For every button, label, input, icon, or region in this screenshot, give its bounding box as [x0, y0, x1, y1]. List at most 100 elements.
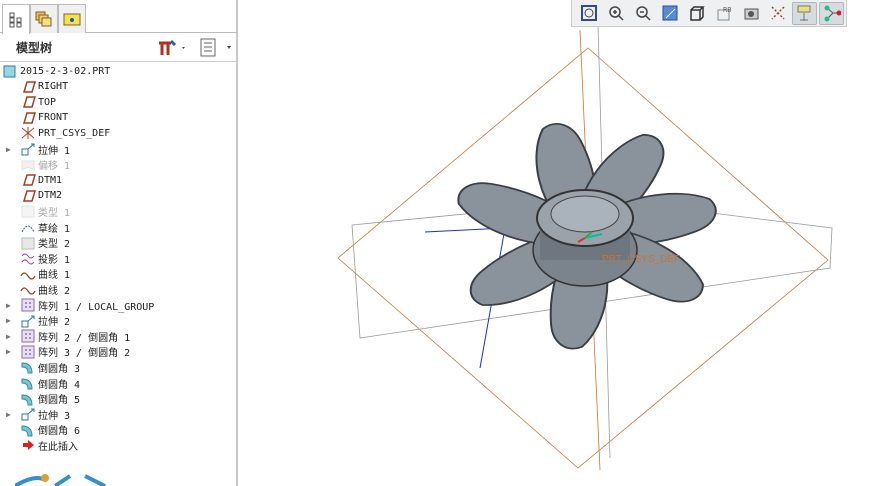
view-manager-icon: [744, 8, 758, 20]
datum-plane-icon: [20, 95, 36, 109]
datum-plane-icon: [20, 80, 36, 94]
tree-item[interactable]: 曲线 2: [20, 281, 70, 297]
tree-item-label: 投影 1: [38, 254, 71, 266]
tree-item[interactable]: ▶ 拉伸 3: [6, 406, 71, 422]
tree-item-label: 倒圆角 4: [38, 379, 81, 391]
tree-item[interactable]: 类型 2: [20, 235, 70, 251]
tree-item-label: 倒圆角 5: [38, 395, 81, 407]
tree-item[interactable]: 在此插入: [20, 437, 78, 453]
part-icon: [2, 64, 18, 78]
zoom-out-button[interactable]: [630, 2, 655, 25]
datum-plane-icon: [20, 189, 36, 203]
offset-icon: [20, 158, 36, 172]
spin-center-button[interactable]: [819, 1, 844, 25]
round-icon: [20, 392, 36, 406]
csys-icon: [20, 126, 36, 140]
display-style-button[interactable]: [684, 2, 709, 25]
tree-item-label: DTM2: [38, 190, 63, 202]
surface-icon: [20, 236, 36, 250]
panel-tabs: [0, 0, 238, 34]
tree-item[interactable]: ▶ 拉伸 1: [6, 141, 71, 157]
sketch-icon: [20, 220, 36, 234]
tree-item-label: 类型 2: [38, 239, 71, 251]
repaint-icon: [662, 5, 677, 21]
tree-item-label: 拉伸 1: [38, 145, 71, 157]
show-list-icon[interactable]: [200, 38, 234, 62]
repaint-button[interactable]: [657, 2, 682, 25]
expand-arrow-icon[interactable]: ▶: [6, 410, 11, 419]
zoom-in-button[interactable]: [603, 2, 628, 25]
model-tree-header: 模型树: [0, 34, 236, 62]
tree-item-label: RIGHT: [38, 81, 69, 93]
tree-item[interactable]: ▶ 拉伸 2: [6, 313, 71, 329]
tab-layers[interactable]: [30, 4, 58, 33]
tree-item-label: 拉伸 2: [38, 317, 71, 329]
tree-item-label: 拉伸 3: [38, 410, 71, 422]
tree-item-label: FRONT: [38, 112, 69, 124]
zoom-out-icon: [635, 6, 651, 21]
graphics-viewport[interactable]: PRT_CSYS_DEF RB: [240, 0, 884, 486]
tree-item-label: TOP: [38, 96, 57, 108]
tree-item-label: 阵列 2 / 倒圆角 1: [38, 332, 131, 344]
tree-item[interactable]: PRT_CSYS_DEF: [20, 125, 110, 141]
tree-icon: [9, 12, 22, 27]
expand-arrow-icon[interactable]: ▶: [6, 301, 11, 310]
view-manager-button[interactable]: [738, 2, 763, 25]
expand-arrow-icon[interactable]: ▶: [6, 145, 11, 154]
tree-item[interactable]: 2015-2-3-02.PRT: [2, 63, 110, 79]
svg-text:RB: RB: [723, 6, 731, 14]
annotation-display-button[interactable]: [792, 1, 817, 25]
pattern-icon: [20, 345, 36, 359]
view-toolbar: RB: [571, 0, 847, 27]
saved-views-button[interactable]: RB: [711, 2, 736, 25]
tree-item-label: 倒圆角 3: [38, 363, 81, 375]
tab-model-tree[interactable]: [2, 4, 30, 34]
round-icon: [20, 423, 36, 437]
tree-item[interactable]: TOP: [20, 94, 56, 110]
fan-model[interactable]: PRT_CSYS_DEF: [240, 0, 884, 486]
tree-item-label: DTM1: [38, 174, 63, 186]
tree-item[interactable]: 倒圆角 4: [20, 375, 80, 391]
tree-item-label: 曲线 2: [38, 285, 71, 297]
datum-plane-icon: [20, 173, 36, 187]
refit-icon: [580, 5, 597, 21]
tree-item[interactable]: 类型 1: [20, 203, 70, 219]
tab-folder[interactable]: [58, 4, 86, 33]
tree-item-label: 在此插入: [38, 441, 78, 453]
surface-icon: [20, 204, 36, 218]
tree-item-label: 阵列 3 / 倒圆角 2: [38, 348, 131, 360]
tree-item-label: 偏移 1: [38, 161, 71, 173]
tree-item[interactable]: ▶ 阵列 1 / LOCAL_GROUP: [6, 297, 154, 313]
extrude-icon: [20, 142, 36, 156]
tree-item[interactable]: DTM2: [20, 188, 62, 204]
tree-item[interactable]: RIGHT: [20, 79, 68, 95]
csys-label: PRT_CSYS_DEF: [602, 254, 680, 265]
tree-item[interactable]: 倒圆角 5: [20, 391, 80, 407]
curve-icon: [20, 267, 36, 281]
refit-button[interactable]: [576, 2, 601, 25]
tree-item-label: 2015-2-3-02.PRT: [20, 65, 111, 77]
datum-display-button[interactable]: [765, 2, 790, 25]
tree-item-label: 曲线 1: [38, 270, 71, 282]
tree-item[interactable]: 倒圆角 3: [20, 359, 80, 375]
tree-item[interactable]: ▶ 阵列 3 / 倒圆角 2: [6, 344, 131, 360]
zoom-in-icon: [608, 6, 624, 21]
tree-item[interactable]: ▶ 阵列 2 / 倒圆角 1: [6, 328, 131, 344]
curve-icon: [20, 282, 36, 296]
expand-arrow-icon[interactable]: ▶: [6, 347, 11, 356]
extrude-icon: [20, 314, 36, 328]
expand-arrow-icon[interactable]: ▶: [6, 316, 11, 325]
tree-item[interactable]: 倒圆角 6: [20, 422, 80, 438]
spin-center-icon: [824, 5, 841, 22]
tree-item[interactable]: 草绘 1: [20, 219, 70, 235]
tree-item[interactable]: 投影 1: [20, 250, 70, 266]
expand-arrow-icon[interactable]: ▶: [6, 332, 11, 341]
settings-tools-icon[interactable]: [157, 39, 187, 61]
model-tree-panel: 模型树 2015-2-3-02.PRT RIGHT TOP FRONT PRT_CSYS…: [0, 0, 238, 486]
insert-here-arrow-icon: [20, 438, 36, 452]
tree-item[interactable]: 曲线 1: [20, 266, 70, 282]
tree-item[interactable]: FRONT: [20, 110, 68, 126]
tree-item[interactable]: 偏移 1: [20, 157, 70, 173]
panel-title: 模型树: [16, 41, 53, 55]
tree-item[interactable]: DTM1: [20, 172, 62, 188]
